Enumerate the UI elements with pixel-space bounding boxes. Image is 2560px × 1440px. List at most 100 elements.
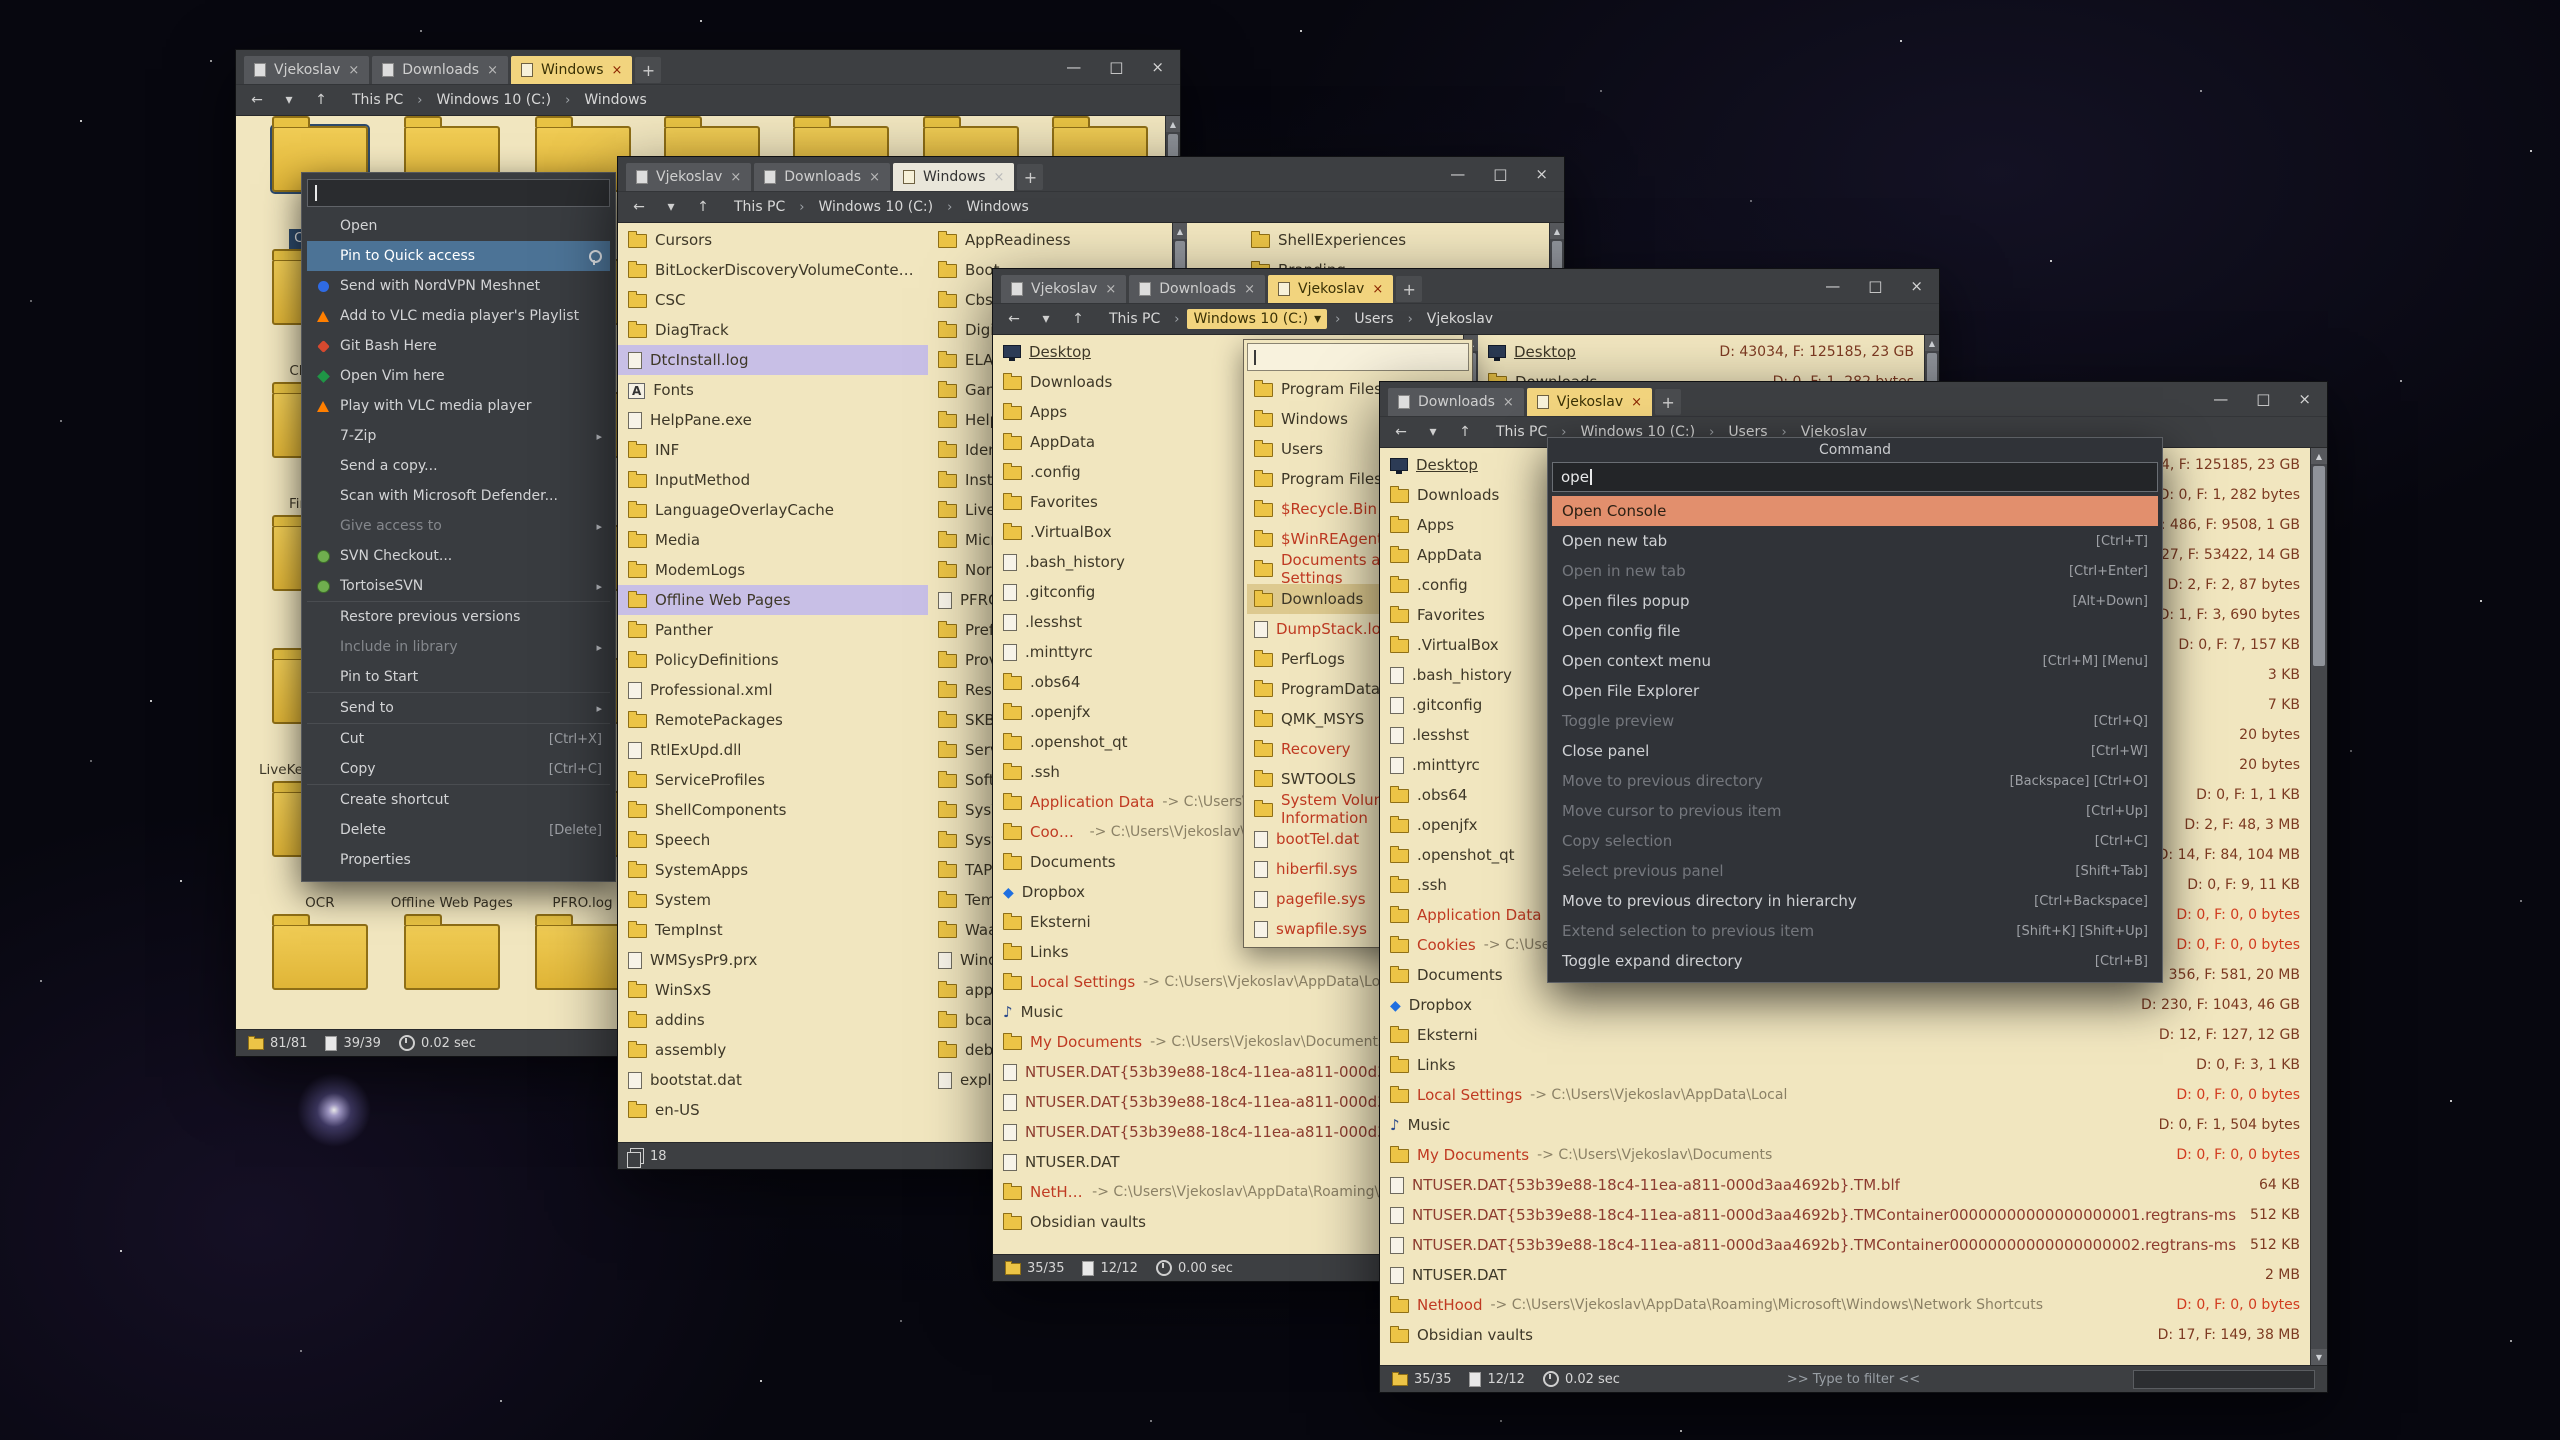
maximize-button[interactable]: □ <box>1109 58 1123 76</box>
context-menu-filter-input[interactable] <box>307 179 610 207</box>
context-menu-item[interactable]: Restore previous versions ▸ <box>307 601 610 632</box>
file-row[interactable]: NTUSER.DAT{53b39e88-18c4-11ea-a811-000d3… <box>1380 1170 2310 1200</box>
command-item[interactable]: Open config file <box>1552 616 2158 646</box>
file-row[interactable]: Speech <box>618 825 928 855</box>
minimize-button[interactable]: — <box>1066 58 1081 76</box>
file-row[interactable]: Media <box>618 525 928 555</box>
command-item[interactable]: Open in new tab [Ctrl+Enter] <box>1552 556 2158 586</box>
tab-close-icon[interactable]: × <box>1244 282 1255 297</box>
breadcrumb-item[interactable]: › Windows <box>565 90 653 110</box>
titlebar[interactable]: Vjekoslav × Downloads × Windows × + — □ … <box>618 157 1564 191</box>
file-row[interactable]: assembly <box>618 1035 928 1065</box>
close-button[interactable]: × <box>1151 58 1164 76</box>
breadcrumb-item[interactable]: › Users▾ <box>1335 309 1399 329</box>
command-item[interactable]: Toggle expand directory [Ctrl+B] <box>1552 946 2158 976</box>
scroll-up-icon[interactable]: ▲ <box>1550 223 1564 239</box>
command-item[interactable]: Extend selection to previous item [Shift… <box>1552 916 2158 946</box>
command-item[interactable]: Move to previous directory [Backspace] [… <box>1552 766 2158 796</box>
file-row[interactable]: Cursors <box>618 225 928 255</box>
new-tab-button[interactable]: + <box>1655 389 1681 415</box>
file-row[interactable]: bootstat.dat <box>618 1065 928 1095</box>
command-item[interactable]: Move cursor to previous item [Ctrl+Up] <box>1552 796 2158 826</box>
close-button[interactable]: × <box>1535 165 1548 183</box>
command-item[interactable]: Open context menu [Ctrl+M] [Menu] <box>1552 646 2158 676</box>
tab-close-icon[interactable]: × <box>730 170 741 185</box>
breadcrumb-item[interactable]: › This PC <box>1490 422 1553 442</box>
close-button[interactable]: × <box>2298 390 2311 408</box>
file-row[interactable]: ShellExperiences <box>1187 225 1549 255</box>
file-row[interactable]: en-US <box>618 1095 928 1125</box>
file-row[interactable]: TempInst <box>618 915 928 945</box>
file-row[interactable]: ModemLogs <box>618 555 928 585</box>
file-row[interactable]: Eksterni D: 12, F: 127, 12 GB <box>1380 1020 2310 1050</box>
tab[interactable]: Vjekoslav × <box>626 163 751 191</box>
scroll-up-icon[interactable]: ▲ <box>1173 223 1187 239</box>
tab-close-icon[interactable]: × <box>994 170 1005 185</box>
context-menu-item[interactable]: Send a copy... ▸ <box>307 451 610 481</box>
file-row[interactable]: WMSysPr9.prx <box>618 945 928 975</box>
breadcrumb-item[interactable]: › This PC▾ <box>1103 309 1166 329</box>
context-menu-item[interactable]: Play with VLC media player ▸ <box>307 391 610 421</box>
scroll-down-icon[interactable]: ▼ <box>2311 1349 2327 1365</box>
context-menu-item[interactable]: Cut [Ctrl+X] ▸ <box>307 723 610 754</box>
context-menu-item[interactable]: SVN Checkout... ▸ <box>307 541 610 571</box>
file-row[interactable]: Desktop D: 43034, F: 125185, 23 GB <box>1478 337 1924 367</box>
file-row[interactable]: Panther <box>618 615 928 645</box>
file-row[interactable]: AppReadiness <box>928 225 1172 255</box>
tab-close-icon[interactable]: × <box>1105 282 1116 297</box>
file-icon-item[interactable]: PolicyDefinitions <box>254 914 386 1029</box>
command-item[interactable]: Select previous panel [Shift+Tab] <box>1552 856 2158 886</box>
context-menu-item[interactable]: Give access to ▸ <box>307 511 610 541</box>
context-menu-item[interactable]: Pin to Quick access ▸ <box>307 241 610 271</box>
command-search-input[interactable]: ope <box>1552 462 2158 492</box>
file-row[interactable]: Local Settings -> C:\Users\Vjekoslav\App… <box>1380 1080 2310 1110</box>
history-dropdown-button[interactable]: ▾ <box>660 199 682 215</box>
file-row[interactable]: NTUSER.DAT 2 MB <box>1380 1260 2310 1290</box>
tab-close-icon[interactable]: × <box>1503 395 1514 410</box>
tab[interactable]: Vjekoslav × <box>244 56 369 84</box>
context-menu-item[interactable]: 7-Zip ▸ <box>307 421 610 451</box>
context-menu-item[interactable]: Include in library ▸ <box>307 632 610 662</box>
scrollbar-thumb[interactable] <box>2313 466 2325 666</box>
scroll-up-icon[interactable]: ▲ <box>1166 116 1180 132</box>
file-row[interactable]: WinSxS <box>618 975 928 1005</box>
command-item[interactable]: Move to previous directory in hierarchy … <box>1552 886 2158 916</box>
tab[interactable]: Downloads × <box>754 163 890 191</box>
history-dropdown-button[interactable]: ▾ <box>1422 424 1444 440</box>
file-row[interactable]: BitLockerDiscoveryVolumeContents <box>618 255 928 285</box>
breadcrumb-item[interactable]: › Windows 10 (C:)▾ <box>1174 309 1327 329</box>
file-row[interactable]: Music D: 0, F: 1, 504 bytes <box>1380 1110 2310 1140</box>
context-menu-item[interactable]: Scan with Microsoft Defender... ▸ <box>307 481 610 511</box>
file-row[interactable]: NTUSER.DAT{53b39e88-18c4-11ea-a811-000d3… <box>1380 1230 2310 1260</box>
file-row[interactable]: LanguageOverlayCache <box>618 495 928 525</box>
breadcrumb-item[interactable]: › Windows 10 (C:) <box>417 90 557 110</box>
titlebar[interactable]: Vjekoslav × Downloads × Vjekoslav × + — … <box>993 269 1939 303</box>
command-item[interactable]: Toggle preview [Ctrl+Q] <box>1552 706 2158 736</box>
command-item[interactable]: Open File Explorer <box>1552 676 2158 706</box>
file-row[interactable]: ShellComponents <box>618 795 928 825</box>
tab-close-icon[interactable]: × <box>869 170 880 185</box>
file-row[interactable]: My Documents -> C:\Users\Vjekoslav\Docum… <box>1380 1140 2310 1170</box>
filter-input[interactable] <box>2133 1370 2315 1389</box>
new-tab-button[interactable]: + <box>1396 276 1422 302</box>
tab-close-icon[interactable]: × <box>348 63 359 78</box>
file-row[interactable]: System <box>618 885 928 915</box>
context-menu-item[interactable]: TortoiseSVN ▸ <box>307 571 610 601</box>
tab[interactable]: Downloads × <box>1129 275 1265 303</box>
file-row[interactable]: INF <box>618 435 928 465</box>
back-button[interactable]: ← <box>1003 311 1025 327</box>
breadcrumb-item[interactable]: › Windows 10 (C:) <box>799 197 939 217</box>
command-item[interactable]: Open new tab [Ctrl+T] <box>1552 526 2158 556</box>
file-row[interactable]: NetHood -> C:\Users\Vjekoslav\AppData\Ro… <box>1380 1290 2310 1320</box>
context-menu-item[interactable]: Properties ▸ <box>307 845 610 875</box>
tab[interactable]: Vjekoslav × <box>1001 275 1126 303</box>
file-row[interactable]: HelpPane.exe <box>618 405 928 435</box>
history-dropdown-button[interactable]: ▾ <box>1035 311 1057 327</box>
file-row[interactable]: Links D: 0, F: 3, 1 KB <box>1380 1050 2310 1080</box>
context-menu-item[interactable]: Pin to Start ▸ <box>307 662 610 692</box>
titlebar[interactable]: Vjekoslav × Downloads × Windows × + — □ … <box>236 50 1180 84</box>
panel-scrollbar[interactable]: ▲ ▼ <box>2310 448 2327 1365</box>
scroll-up-icon[interactable]: ▲ <box>2311 448 2327 464</box>
maximize-button[interactable]: □ <box>1868 277 1882 295</box>
back-button[interactable]: ← <box>1390 424 1412 440</box>
